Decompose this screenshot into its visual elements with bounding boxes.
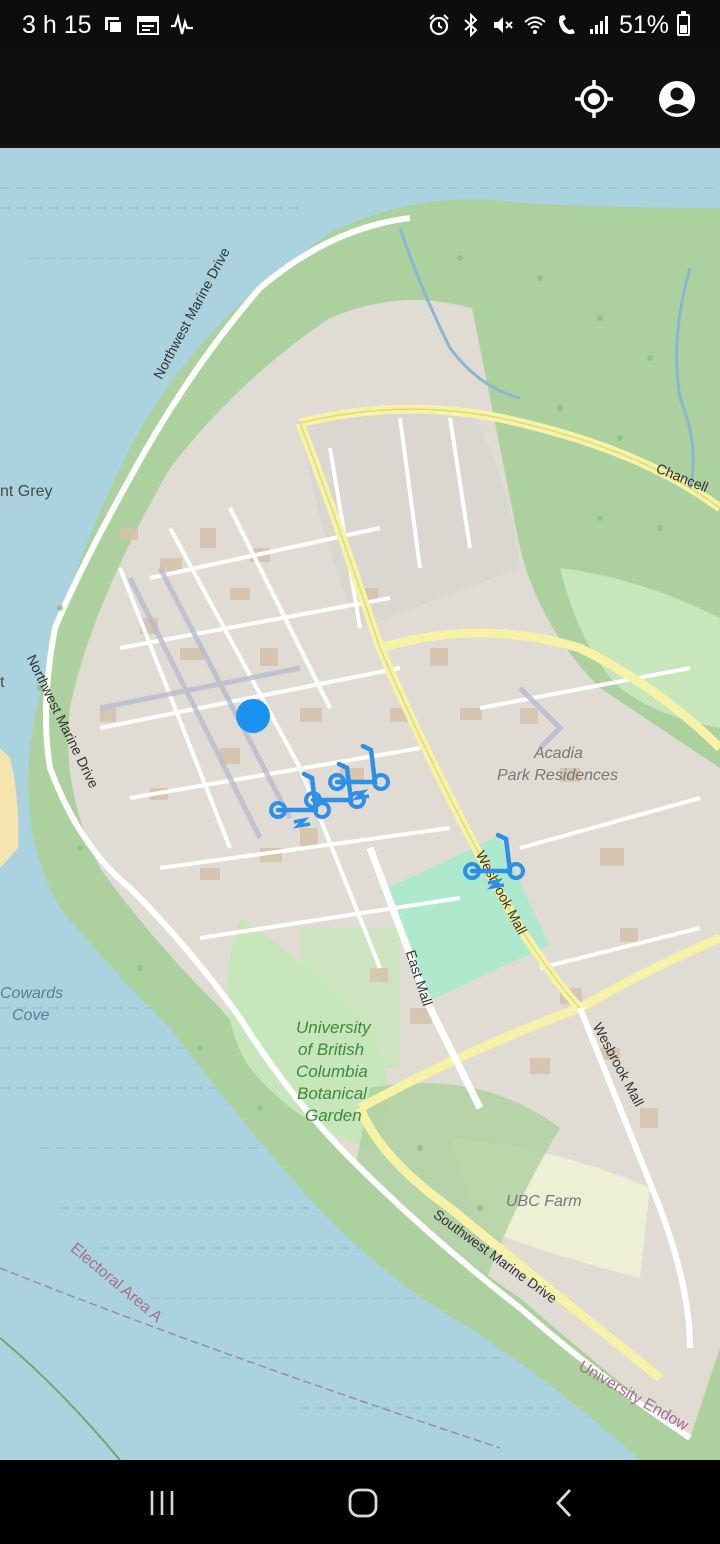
scooter-marker[interactable] <box>462 825 532 891</box>
label-garden-2: of British <box>298 1040 365 1059</box>
alarm-icon <box>427 13 451 37</box>
system-nav-bar <box>0 1460 720 1544</box>
wifi-calling-icon <box>523 13 547 37</box>
scooter-icon <box>463 832 525 890</box>
mute-icon <box>491 13 515 37</box>
status-left: 3 h 15 <box>22 0 194 50</box>
home-icon <box>348 1488 378 1518</box>
account-icon <box>659 81 695 117</box>
label-cowards-2: Cove <box>12 1007 50 1024</box>
app-bar <box>0 50 720 148</box>
label-ubc-farm: UBC Farm <box>506 1193 582 1210</box>
label-garden-4: Botanical <box>297 1084 367 1103</box>
recents-button[interactable] <box>140 1481 184 1525</box>
notification-icon <box>102 13 126 37</box>
charging-bolt-icon <box>292 817 311 829</box>
calendar-icon <box>136 13 160 37</box>
label-point-t: t <box>0 674 5 691</box>
label-garden-1: University <box>296 1018 371 1037</box>
charging-bolt-icon <box>351 789 370 801</box>
label-point-grey: nt Grey <box>0 483 53 500</box>
map-view[interactable]: Northwest Marine Drive Northwest Marine … <box>0 148 720 1460</box>
label-acadia-1: Acadia <box>534 745 583 762</box>
status-bar: 3 h 15 51% <box>0 0 720 50</box>
user-location-marker <box>236 699 270 733</box>
home-button[interactable] <box>341 1481 385 1525</box>
label-cowards-1: Cowards <box>0 985 64 1002</box>
my-location-icon <box>575 80 613 118</box>
status-time: 3 h 15 <box>22 10 92 39</box>
charging-bolt-icon <box>486 878 505 890</box>
scooter-icon <box>328 743 390 801</box>
label-garden-3: Columbia <box>296 1062 368 1081</box>
recents-icon <box>150 1491 174 1515</box>
status-right: 51% <box>427 0 690 50</box>
signal-icon <box>587 13 611 37</box>
battery-percent: 51% <box>618 10 669 39</box>
scooter-marker[interactable] <box>327 736 397 802</box>
back-icon <box>556 1489 572 1517</box>
bluetooth-icon <box>459 13 483 37</box>
volte-icon <box>555 13 579 37</box>
back-button[interactable] <box>543 1481 587 1525</box>
account-button[interactable] <box>652 74 702 124</box>
battery-icon <box>677 11 690 36</box>
my-location-button[interactable] <box>569 74 619 124</box>
activity-icon <box>170 13 194 37</box>
label-garden-5: Garden <box>305 1106 362 1125</box>
label-acadia-2: Park Residences <box>497 767 618 784</box>
